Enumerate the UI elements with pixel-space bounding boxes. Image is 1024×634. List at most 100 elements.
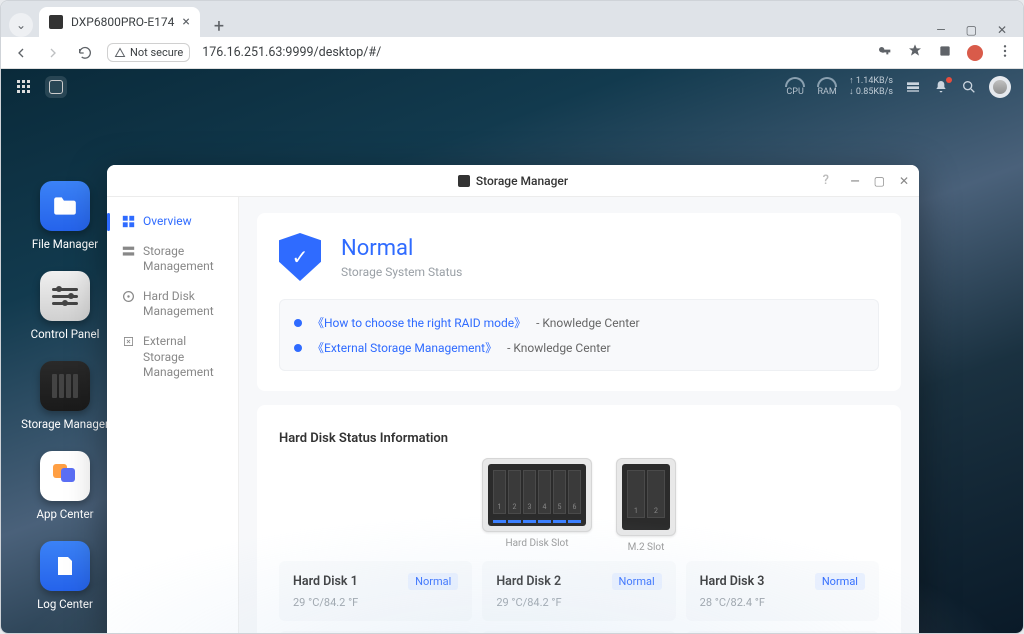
disk-card[interactable]: Hard Disk 4Normal 28 °C/82.4 °F (279, 631, 472, 633)
dock-control-panel[interactable]: Control Panel (19, 271, 111, 341)
main-panel: ✓ Normal Storage System Status 《How to c… (239, 197, 919, 633)
ram-gauge[interactable]: RAM (817, 77, 837, 97)
sidebar: Overview Storage Management Hard Disk Ma… (107, 197, 239, 633)
device-label: Hard Disk Slot (505, 538, 568, 549)
status-badge: Normal (612, 573, 662, 590)
extensions-icon[interactable] (937, 43, 953, 63)
status-title: Normal (341, 236, 462, 261)
hd-section-title: Hard Disk Status Information (279, 431, 879, 446)
status-subtitle: Storage System Status (341, 265, 462, 279)
nav-reload-icon[interactable] (75, 45, 95, 61)
bullet-icon (294, 344, 302, 352)
security-label: Not secure (130, 46, 183, 59)
window-help-button[interactable]: ? (823, 173, 829, 188)
browser-tab[interactable]: DXP6800PRO-E174 × (39, 7, 200, 37)
m2-enclosure[interactable]: 1 2 (616, 458, 676, 536)
window-close[interactable]: ✕ (997, 23, 1007, 37)
security-chip[interactable]: Not secure (107, 43, 190, 62)
status-badge: Normal (815, 573, 865, 590)
network-stats: ↑ 1.14KB/s↓ 0.85KB/s (849, 76, 893, 98)
disk-card[interactable]: Hard Disk 5Normal 29 °C/84.2 °F (482, 631, 675, 633)
window-minimize-button[interactable]: — (850, 174, 859, 188)
disk-card[interactable]: Hard Disk 3 Normal 28 °C/82.4 °F (686, 561, 879, 621)
window-close-button[interactable]: ✕ (899, 174, 909, 188)
hd-slot[interactable]: 3 (523, 470, 536, 514)
menu-icon[interactable] (997, 43, 1013, 63)
app-grid-icon[interactable] (13, 76, 35, 98)
dock-storage-manager[interactable]: Storage Manager (19, 361, 111, 431)
knowledge-box: 《How to choose the right RAID mode》 - Kn… (279, 299, 879, 371)
tab-dropdown[interactable]: ⌄ (9, 13, 33, 37)
hd-enclosure[interactable]: 1 2 3 4 5 6 (482, 458, 592, 532)
disk-name: Hard Disk 2 (496, 574, 561, 589)
sidebar-item-ext-storage[interactable]: External Storage Management (107, 327, 238, 388)
bookmark-icon[interactable] (907, 43, 923, 63)
hd-slot[interactable]: 2 (508, 470, 521, 514)
kb-suffix: - Knowledge Center (507, 341, 610, 355)
new-tab-button[interactable]: + (206, 16, 232, 37)
status-badge: Normal (408, 573, 458, 590)
disk-card[interactable]: Hard Disk 2 Normal 29 °C/84.2 °F (482, 561, 675, 621)
favicon (49, 15, 63, 29)
hd-status-card: Hard Disk Status Information 1 2 3 4 (257, 405, 901, 633)
kb-row: 《How to choose the right RAID mode》 - Kn… (294, 310, 864, 335)
disk-name: Hard Disk 1 (293, 574, 358, 589)
window-title-text: Storage Manager (476, 174, 568, 188)
hdd-icon (121, 290, 135, 303)
disk-temp: 28 °C/82.4 °F (700, 596, 865, 609)
storage-manager-window: Storage Manager ? — ▢ ✕ Overview Stora (107, 165, 919, 633)
search-icon[interactable] (961, 79, 977, 95)
disk-card[interactable]: Hard Disk 1 Normal 29 °C/84.2 °F (279, 561, 472, 621)
user-avatar[interactable] (989, 76, 1011, 98)
hd-slot[interactable]: 1 (493, 470, 506, 514)
disk-temp: 29 °C/84.2 °F (496, 596, 661, 609)
window-maximize-button[interactable]: ▢ (874, 174, 885, 188)
disk-card[interactable]: Hard Disk 6Normal 28 °C/82.4 °F (686, 631, 879, 633)
storage-icon (40, 361, 90, 411)
window-maximize[interactable]: ▢ (966, 23, 977, 37)
disk-grid: Hard Disk 1 Normal 29 °C/84.2 °F Hard Dis… (279, 561, 879, 633)
nas-topbar: CPU RAM ↑ 1.14KB/s↓ 0.85KB/s (1, 69, 1023, 105)
dock-label: File Manager (32, 237, 98, 251)
sidebar-item-storage-mgmt[interactable]: Storage Management (107, 237, 238, 282)
address-url[interactable]: 176.16.251.63:9999/desktop/#/ (202, 45, 865, 60)
disk-name: Hard Disk 3 (700, 574, 765, 589)
status-card: ✓ Normal Storage System Status 《How to c… (257, 213, 901, 391)
dashboard-icon[interactable] (905, 79, 921, 95)
sidebar-item-label: Storage Management (143, 244, 226, 275)
dock-app-center[interactable]: App Center (19, 451, 111, 521)
taskbar-app-icon[interactable] (45, 76, 67, 98)
sidebar-item-label: Hard Disk Management (143, 289, 226, 320)
kb-link-raid[interactable]: 《How to choose the right RAID mode》 (312, 314, 526, 331)
sidebar-item-hdd-mgmt[interactable]: Hard Disk Management (107, 282, 238, 327)
window-titlebar[interactable]: Storage Manager ? — ▢ ✕ (107, 165, 919, 197)
browser-tabstrip: ⌄ DXP6800PRO-E174 × + — ▢ ✕ (1, 1, 1023, 37)
hd-slot[interactable]: 6 (568, 470, 581, 514)
password-key-icon[interactable] (877, 43, 893, 63)
folder-icon (40, 181, 90, 231)
hd-slot[interactable]: 4 (538, 470, 551, 514)
tab-close-icon[interactable]: × (182, 14, 189, 30)
dock-file-manager[interactable]: File Manager (19, 181, 111, 251)
profile-avatar[interactable] (967, 45, 983, 61)
nas-desktop: CPU RAM ↑ 1.14KB/s↓ 0.85KB/s File Manage… (1, 69, 1023, 633)
sidebar-item-overview[interactable]: Overview (107, 207, 238, 237)
window-minimize[interactable]: — (936, 23, 945, 37)
kb-suffix: - Knowledge Center (536, 316, 639, 330)
m2-slot[interactable]: 1 (627, 470, 645, 518)
m2-slot[interactable]: 2 (647, 470, 665, 518)
sliders-icon (40, 271, 90, 321)
cpu-gauge[interactable]: CPU (785, 77, 805, 97)
hd-slot[interactable]: 5 (553, 470, 566, 514)
disk-temp: 29 °C/84.2 °F (293, 596, 458, 609)
kb-link-ext[interactable]: 《External Storage Management》 (312, 339, 497, 356)
notification-bell-icon[interactable] (933, 79, 949, 95)
dock-label: App Center (37, 507, 94, 521)
nav-forward-icon[interactable] (43, 45, 63, 61)
overview-icon (121, 215, 135, 228)
dock-log-center[interactable]: Log Center (19, 541, 111, 611)
nav-back-icon[interactable] (11, 45, 31, 61)
sidebar-item-label: Overview (143, 214, 192, 230)
dock-label: Control Panel (31, 327, 100, 341)
tab-title: DXP6800PRO-E174 (71, 15, 174, 29)
